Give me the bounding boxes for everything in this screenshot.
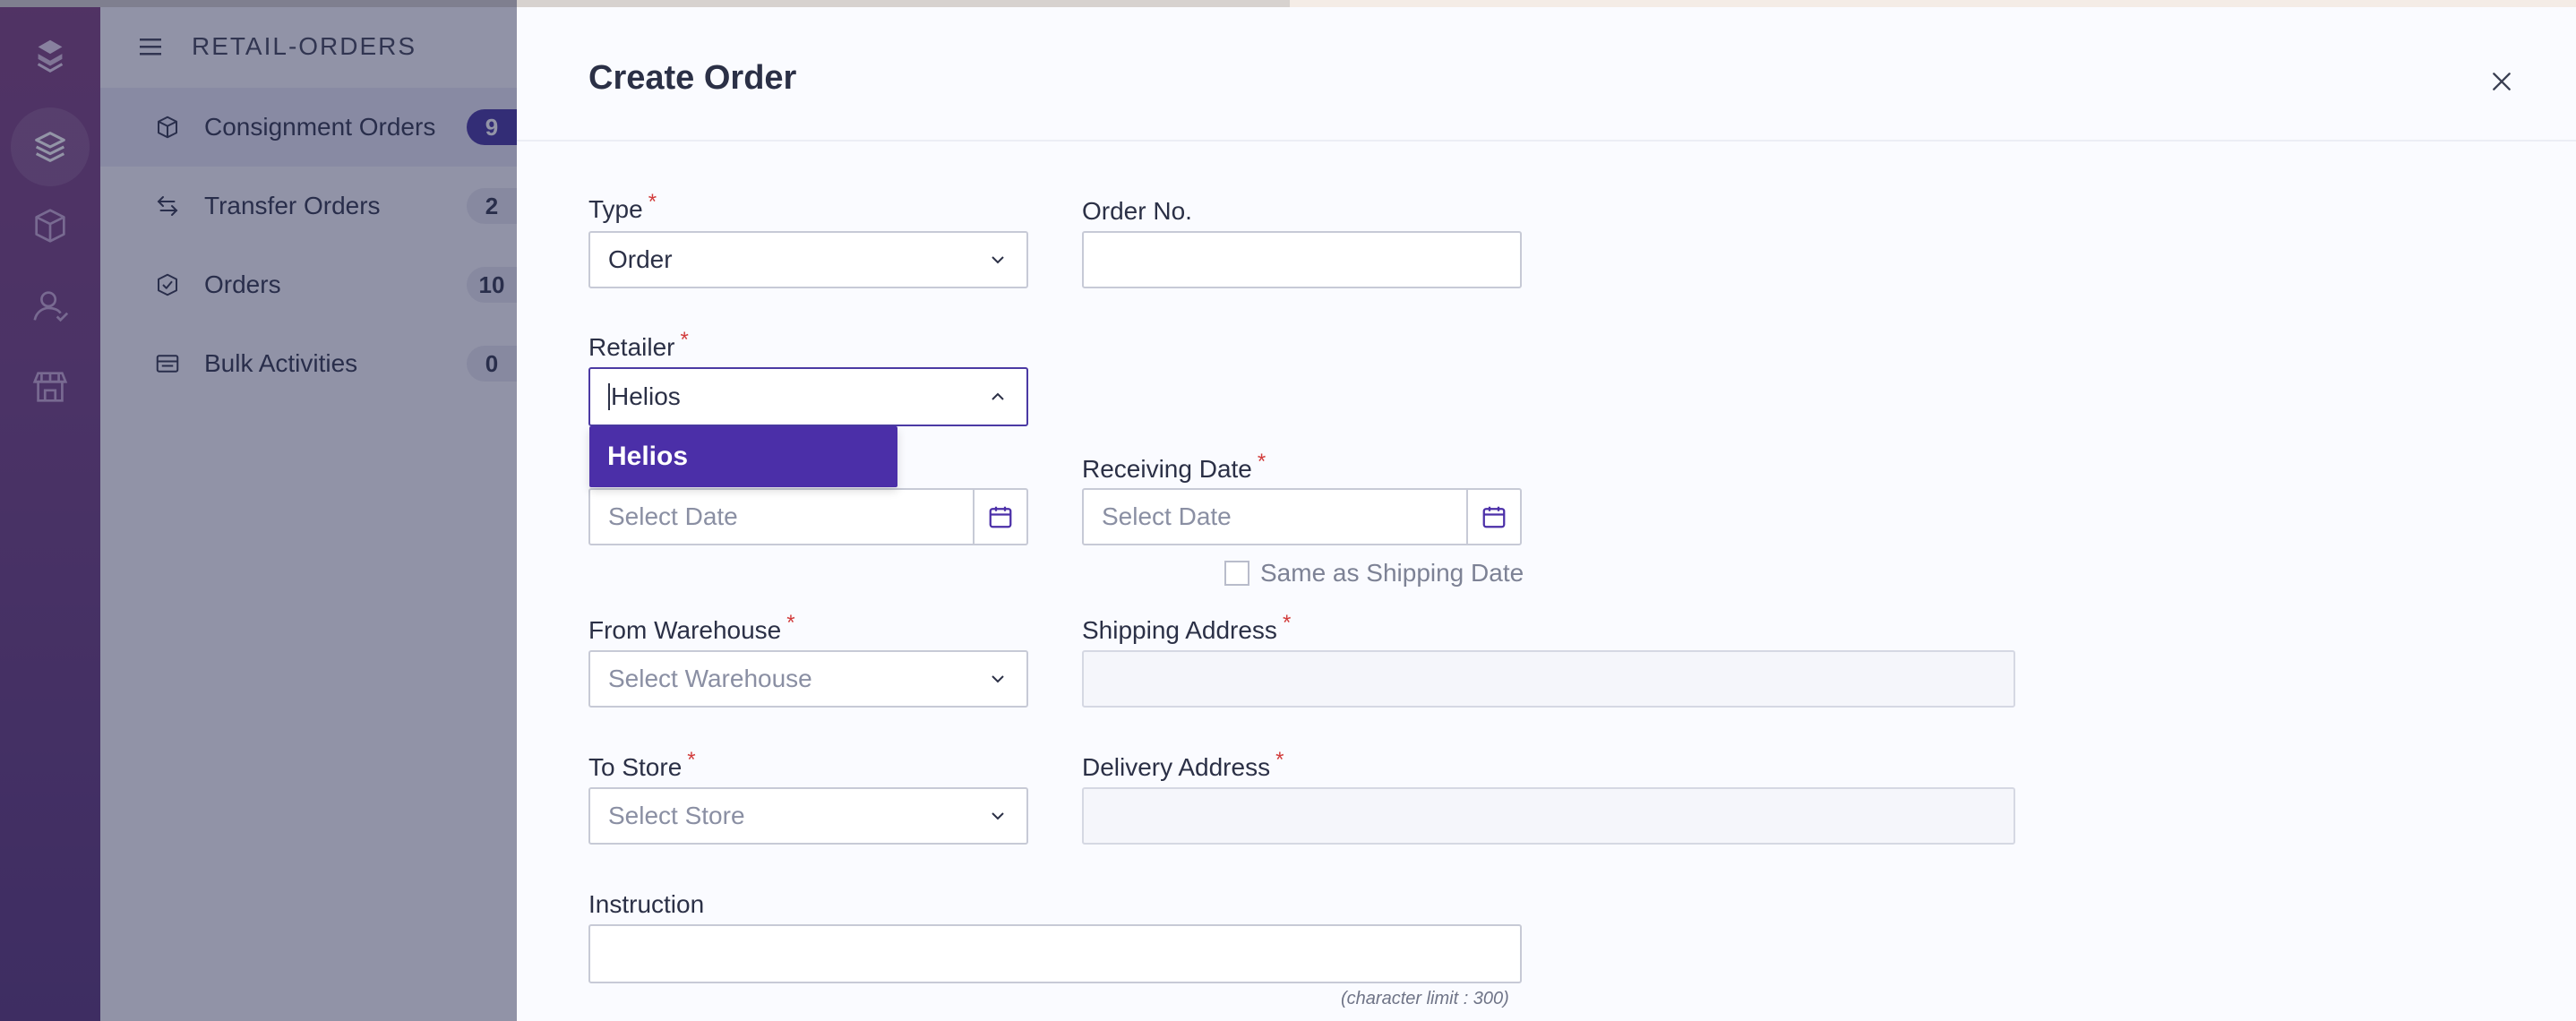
same-as-shipping-checkbox[interactable]: Same as Shipping Date <box>1224 559 1524 588</box>
retailer-label: Retailer * <box>588 328 689 361</box>
modal-backdrop[interactable] <box>0 0 517 1021</box>
character-limit-hint: (character limit : 300) <box>1341 989 1509 1008</box>
modal-title: Create Order <box>588 59 797 97</box>
delivery-address-field[interactable] <box>1082 787 2015 845</box>
to-store-label: To Store * <box>588 748 696 781</box>
type-select[interactable]: Order <box>588 231 1028 288</box>
to-store-placeholder: Select Store <box>608 802 745 829</box>
shipping-date-placeholder: Select Date <box>608 502 738 530</box>
from-warehouse-placeholder: Select Warehouse <box>608 665 812 692</box>
retailer-combobox[interactable]: Helios <box>588 367 1028 426</box>
checkbox-box[interactable] <box>1224 561 1249 586</box>
retailer-option-helios[interactable]: Helios <box>589 426 897 487</box>
receiving-date-label: Receiving Date * <box>1082 450 1267 483</box>
modal-header: Create Order <box>517 7 2576 142</box>
close-icon <box>2493 73 2511 90</box>
chevron-down-icon <box>989 807 1007 825</box>
calendar-icon <box>1482 506 1506 528</box>
shipping-address-field[interactable] <box>1082 650 2015 708</box>
receiving-date-input[interactable]: Select Date <box>1082 488 1522 545</box>
text-cursor <box>608 383 610 410</box>
retailer-value: Helios <box>611 382 681 410</box>
calendar-icon <box>989 506 1012 528</box>
delivery-address-label: Delivery Address * <box>1082 748 1284 781</box>
instruction-input[interactable] <box>588 924 1522 983</box>
close-button[interactable] <box>2486 66 2517 97</box>
instruction-label: Instruction <box>588 890 705 918</box>
shipping-date-input[interactable]: Select Date <box>588 488 1028 545</box>
order-no-input[interactable] <box>1082 231 1522 288</box>
from-warehouse-label: From Warehouse * <box>588 611 795 644</box>
receiving-date-placeholder: Select Date <box>1102 502 1232 530</box>
chevron-up-icon <box>989 388 1007 406</box>
order-no-label: Order No. <box>1082 197 1192 225</box>
from-warehouse-select[interactable]: Select Warehouse <box>588 650 1028 708</box>
to-store-select[interactable]: Select Store <box>588 787 1028 845</box>
same-as-shipping-label: Same as Shipping Date <box>1260 559 1524 587</box>
chevron-down-icon <box>989 251 1007 269</box>
create-order-modal: Create Order Type * Order Order No. Retai… <box>517 7 2576 1021</box>
calendar-button[interactable] <box>973 490 1026 544</box>
calendar-button[interactable] <box>1466 490 1520 544</box>
type-value: Order <box>608 245 673 273</box>
shipping-address-label: Shipping Address * <box>1082 611 1292 644</box>
chevron-down-icon <box>989 670 1007 688</box>
type-label: Type * <box>588 190 657 223</box>
